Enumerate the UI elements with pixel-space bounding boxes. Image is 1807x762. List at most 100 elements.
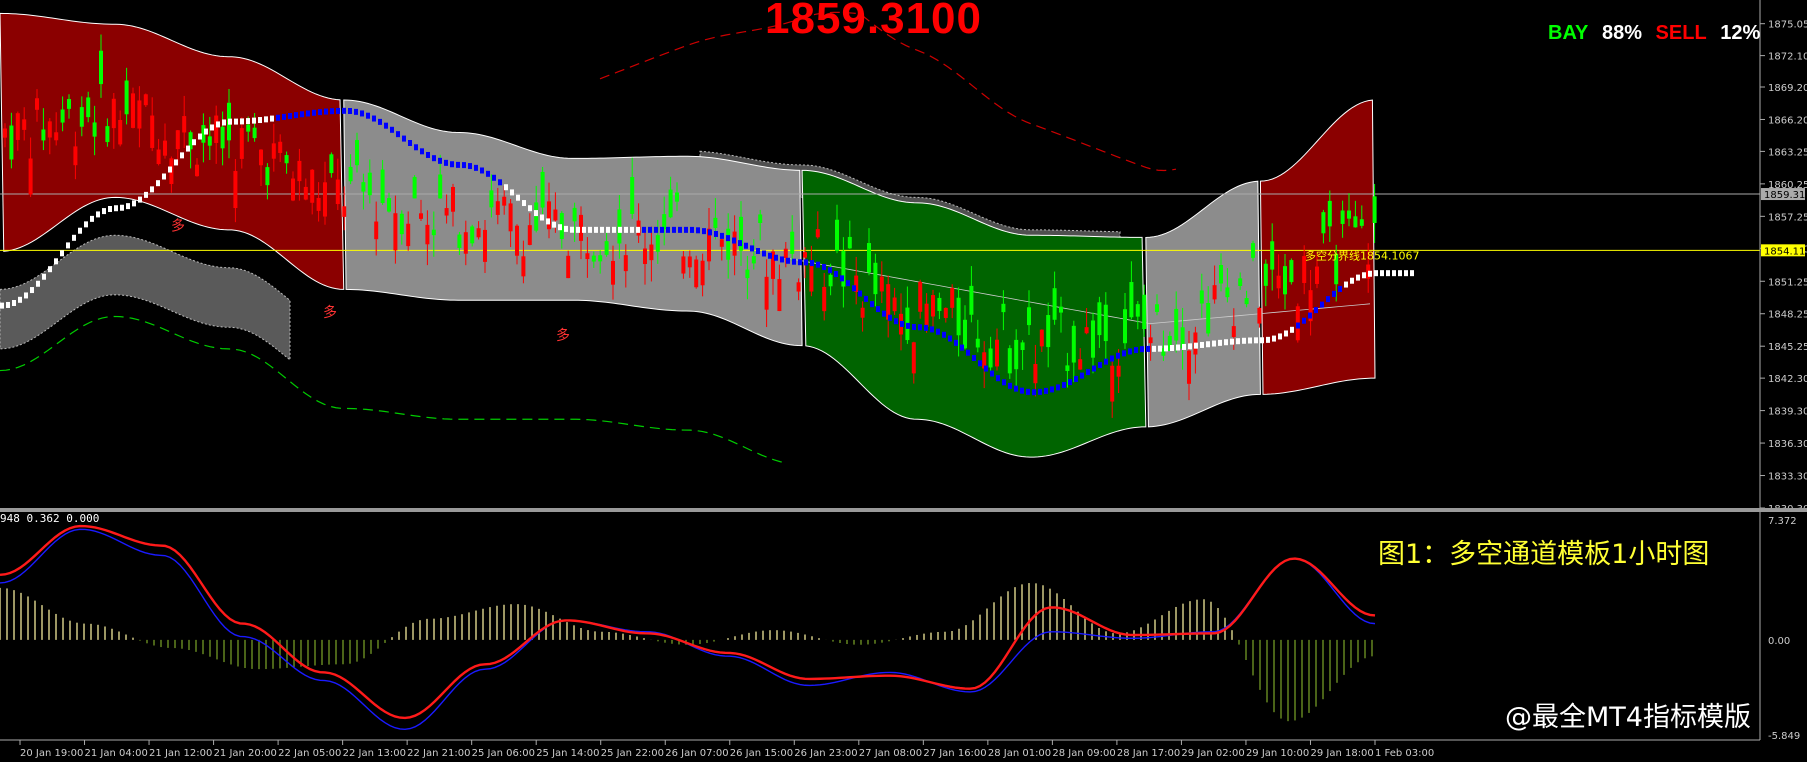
trend-dot (732, 237, 736, 244)
trend-dot (1284, 330, 1288, 337)
trend-dot (906, 322, 910, 329)
trend-dot (846, 280, 850, 287)
candle-body (1251, 243, 1255, 258)
trend-dot (1254, 337, 1258, 344)
time-tick-label: 22 Jan 05:00 (278, 748, 341, 759)
trend-dot (474, 164, 478, 171)
time-tick-label: 27 Jan 16:00 (923, 748, 986, 759)
candle-body (1263, 263, 1268, 286)
price-tick-label: 1872.10 (1768, 52, 1807, 63)
trend-dot (486, 170, 490, 177)
candle-body (1321, 212, 1326, 234)
trend-dot (624, 226, 628, 233)
trend-dot (216, 121, 220, 128)
candle-body (118, 119, 123, 145)
trend-dot (324, 108, 328, 115)
candle-body (700, 260, 705, 286)
trend-dot (1050, 386, 1054, 393)
candle-body (22, 119, 27, 130)
trend-dot (1206, 341, 1210, 348)
time-tick-label: 1 Feb 03:00 (1375, 748, 1434, 759)
candle-body (35, 98, 39, 110)
trend-dot (498, 179, 502, 186)
candle-body (444, 208, 449, 216)
trend-dot (282, 113, 286, 120)
trend-dot (1314, 307, 1318, 314)
trend-dot (162, 173, 166, 180)
trend-dot (1386, 270, 1390, 277)
trend-dot (114, 205, 118, 212)
candle-body (124, 80, 129, 115)
trend-dot (378, 118, 382, 125)
trend-dot (588, 226, 592, 233)
candle-body (15, 113, 20, 140)
trend-dot (90, 215, 94, 222)
trend-dot (1068, 379, 1072, 386)
candle-body (195, 164, 199, 177)
trend-dot (690, 226, 694, 233)
candle-body (758, 214, 763, 223)
candle-body (476, 228, 481, 238)
price-marker-label: 1854.11 (1764, 246, 1805, 257)
trend-dot (510, 189, 514, 196)
trend-dot (1404, 270, 1408, 277)
candle-body (1123, 309, 1127, 344)
candle-body (323, 182, 327, 217)
trend-dot (804, 259, 808, 266)
time-tick-label: 26 Jan 07:00 (665, 748, 728, 759)
trend-dot (1146, 345, 1150, 352)
trend-dot (534, 210, 538, 217)
trend-dot (1218, 339, 1222, 346)
trend-dot (360, 110, 364, 117)
trend-dot (168, 166, 172, 173)
trend-dot (468, 163, 472, 170)
trend-dot (1242, 337, 1246, 344)
candle-body (1091, 320, 1095, 358)
candle-body (1353, 216, 1358, 228)
macd-tick-label: 0.00 (1768, 636, 1790, 647)
candle-body (220, 126, 225, 149)
time-tick-label: 26 Jan 23:00 (794, 748, 857, 759)
trend-dot (1296, 322, 1300, 329)
time-tick-label: 27 Jan 08:00 (859, 748, 922, 759)
candle-body (591, 255, 596, 262)
trend-dot (1020, 387, 1024, 394)
trend-dot (294, 112, 298, 119)
candle-body (1001, 303, 1006, 313)
candle-body (1014, 339, 1019, 370)
trend-dot (912, 323, 916, 330)
trend-dot (966, 349, 970, 356)
trend-dot (1182, 343, 1186, 350)
trend-dot (1140, 346, 1144, 353)
trend-dot (426, 151, 430, 158)
trend-dot (792, 258, 796, 265)
trend-dot (1098, 362, 1102, 369)
candle-body (783, 248, 788, 258)
trend-dot (1158, 345, 1162, 352)
candle-body (1103, 304, 1108, 342)
trend-dot (852, 285, 856, 292)
trend-dot (552, 221, 556, 228)
candle-body (598, 255, 603, 262)
candle-body (3, 128, 7, 138)
candle-body (963, 319, 967, 349)
trend-dot (372, 115, 376, 122)
candle-body (1052, 288, 1057, 320)
candle-body (911, 342, 916, 374)
trend-dot (480, 167, 484, 174)
watermark: @最全MT4指标模版 (1505, 702, 1751, 733)
candle-body (214, 115, 219, 143)
trend-dot (654, 226, 658, 233)
candle-body (1174, 308, 1179, 341)
divider-annotation: 多空分界线1854.1067 (1305, 248, 1420, 262)
trend-dot (708, 229, 712, 236)
trend-dot (174, 159, 178, 166)
candle-body (879, 276, 884, 292)
trend-dot (1176, 344, 1180, 351)
candle-body (335, 179, 340, 205)
time-tick-label: 22 Jan 13:00 (343, 748, 406, 759)
candle-body (867, 243, 871, 273)
candle-body (521, 256, 526, 277)
candle-body (726, 228, 731, 260)
candle-body (348, 166, 353, 182)
